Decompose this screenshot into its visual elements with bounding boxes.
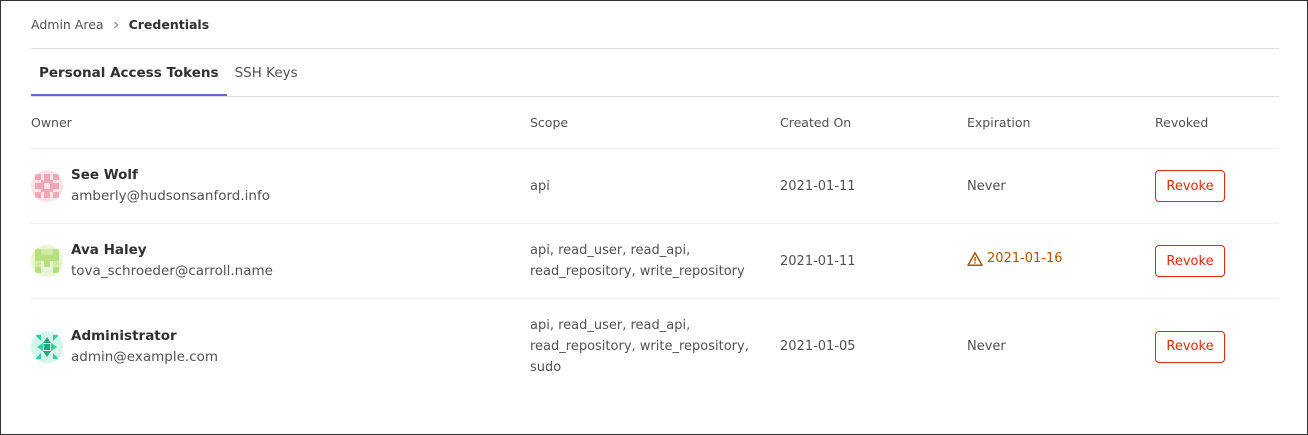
tab-bar: Personal Access Tokens SSH Keys: [31, 49, 1279, 97]
created-on-cell: 2021-01-11: [780, 223, 967, 299]
tab-personal-access-tokens[interactable]: Personal Access Tokens: [31, 49, 227, 96]
owner-email: tova_schroeder@carroll.name: [71, 263, 273, 279]
column-header-owner: Owner: [31, 97, 530, 149]
avatar[interactable]: [31, 330, 63, 363]
breadcrumb-current: Credentials: [128, 17, 210, 32]
breadcrumb: Admin Area Credentials: [31, 1, 1279, 49]
main-content: Admin Area Credentials Personal Access T…: [31, 1, 1279, 394]
expiration-value: Never: [967, 178, 1006, 194]
column-header-created-on: Created On: [780, 97, 967, 149]
owner-cell: See Wolf amberly@hudsonsanford.info: [31, 148, 530, 224]
scope-line: read_repository, write_repository: [530, 264, 745, 279]
owner-name[interactable]: See Wolf: [71, 165, 270, 186]
table-header-row: Owner Scope Created On Expiration Revoke…: [31, 97, 1279, 149]
column-header-scope: Scope: [530, 97, 780, 149]
credentials-table: Owner Scope Created On Expiration Revoke…: [31, 97, 1279, 394]
revoke-cell: Revoke: [1155, 299, 1279, 395]
owner-cell: Administrator admin@example.com: [31, 299, 530, 395]
tab-ssh-keys[interactable]: SSH Keys: [227, 49, 306, 96]
expiration-cell: Never: [967, 299, 1155, 395]
owner-email: admin@example.com: [71, 348, 219, 365]
expiration-cell: 2021-01-16: [967, 223, 1155, 299]
owner-name[interactable]: Administrator: [71, 326, 218, 347]
scope-cell: api: [530, 148, 780, 224]
revoke-cell: Revoke: [1155, 223, 1279, 299]
revoke-cell: Revoke: [1155, 148, 1279, 224]
scope-line: api, read_user, read_api,: [530, 243, 691, 258]
scope-line: sudo: [530, 360, 562, 375]
created-on-cell: 2021-01-11: [780, 148, 967, 224]
owner-name[interactable]: Ava Haley: [71, 240, 273, 261]
expiration-cell: Never: [967, 148, 1155, 224]
column-header-revoked: Revoked: [1155, 97, 1279, 149]
table-row: See Wolf amberly@hudsonsanford.info api …: [31, 148, 1279, 224]
scope-line: api, read_user, read_api,: [530, 318, 691, 333]
revoke-button[interactable]: Revoke: [1155, 170, 1225, 202]
table-row: Administrator admin@example.com api, rea…: [31, 299, 1279, 395]
created-on-cell: 2021-01-05: [780, 339, 856, 354]
avatar[interactable]: [31, 245, 63, 277]
table-row: Ava Haley tova_schroeder@carroll.name ap…: [31, 223, 1279, 299]
expiration-value: 2021-01-16: [987, 251, 1063, 267]
scope-line: read_repository, write_repository,: [530, 339, 749, 354]
scope-cell: api, read_user, read_api, read_repositor…: [530, 223, 780, 299]
expiration-warning: 2021-01-16: [967, 248, 1063, 269]
breadcrumb-admin-area[interactable]: Admin Area: [31, 17, 104, 32]
owner-cell: Ava Haley tova_schroeder@carroll.name: [31, 223, 530, 299]
warning-icon: [967, 251, 983, 266]
chevron-right-icon: [112, 20, 120, 30]
expiration-value: Never: [967, 339, 1006, 354]
revoke-button[interactable]: Revoke: [1155, 330, 1225, 363]
scope-line: api: [530, 178, 550, 194]
avatar[interactable]: [31, 170, 63, 202]
owner-email: amberly@hudsonsanford.info: [71, 188, 270, 204]
revoke-button[interactable]: Revoke: [1155, 245, 1225, 277]
column-header-expiration: Expiration: [967, 97, 1155, 149]
scope-cell: api, read_user, read_api, read_repositor…: [530, 299, 780, 395]
